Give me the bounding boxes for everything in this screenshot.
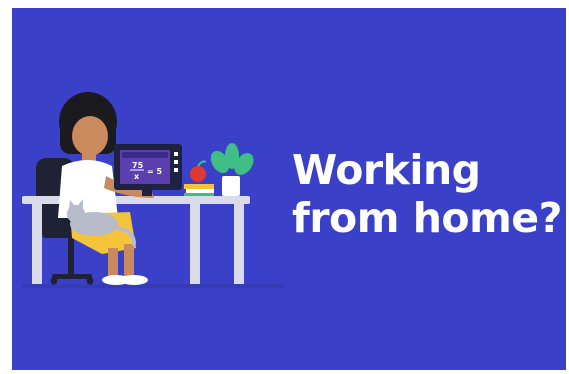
- floor-line: [22, 284, 284, 288]
- potted-plant-icon: [210, 143, 254, 196]
- headline-line-1: Working: [292, 146, 481, 194]
- woman-at-desk-illustration: 75 x = 5: [22, 92, 284, 288]
- apple-icon: [190, 160, 207, 182]
- screen-denominator: x: [134, 172, 140, 181]
- hero-banner: 75 x = 5 Working from home?: [12, 8, 566, 370]
- headline: Working from home?: [292, 146, 564, 242]
- screen-equation: = 5: [147, 167, 162, 176]
- face: [72, 116, 108, 156]
- headline-line-2: from home?: [292, 194, 562, 242]
- screen-numerator: 75: [132, 161, 144, 170]
- book-stack-icon: [184, 184, 214, 196]
